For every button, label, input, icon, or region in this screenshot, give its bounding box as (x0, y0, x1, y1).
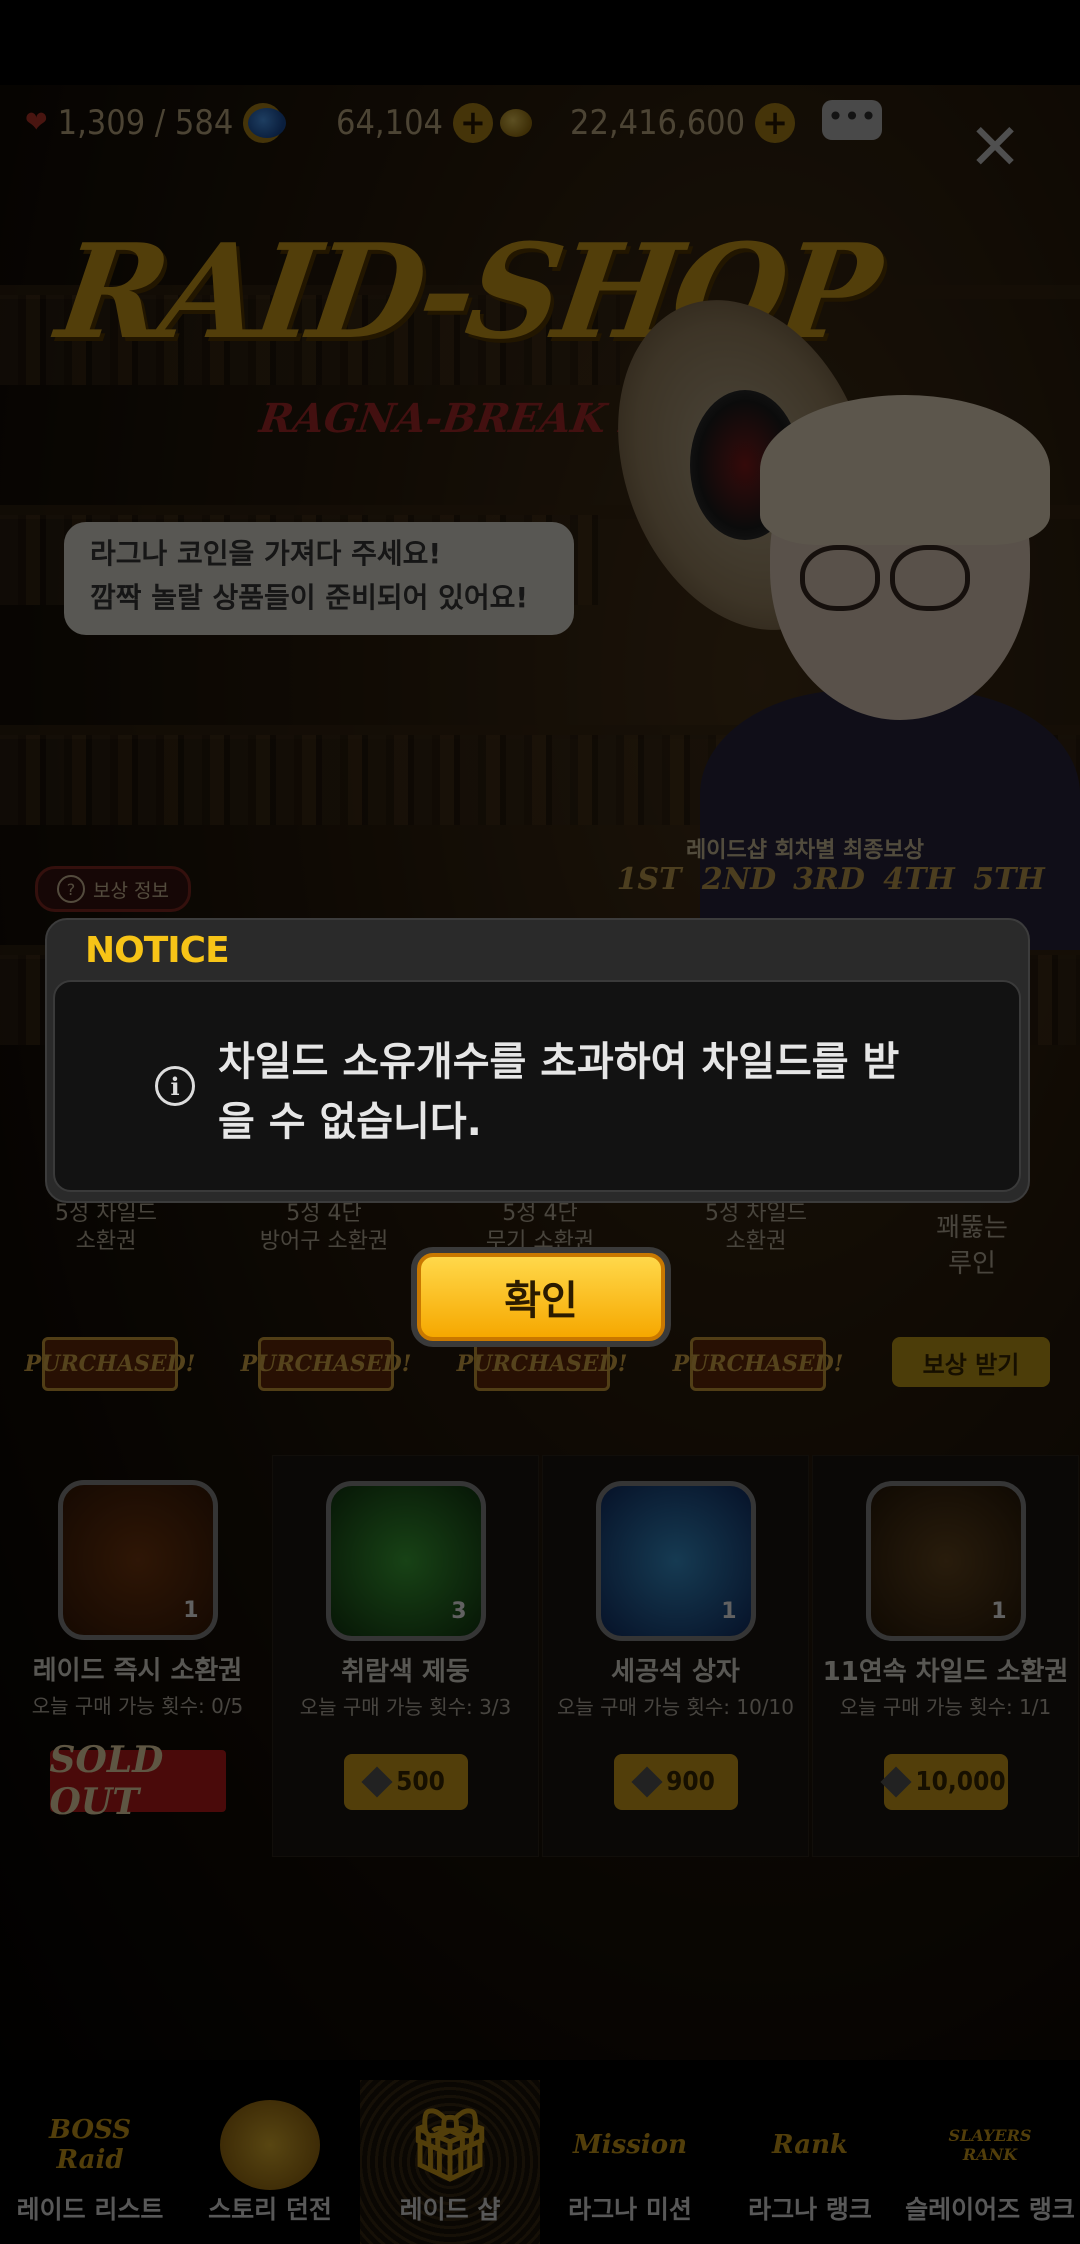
shop-item-card[interactable]: 1 11연속 차일드 소환권 오늘 구매 가능 횟수: 1/1 10,000 (812, 1455, 1079, 1857)
gold-counter: 22,416,600 + (500, 95, 796, 150)
buy-button[interactable]: 500 (343, 1754, 468, 1810)
heart-icon: ❤ (25, 105, 48, 140)
round-item-name: 5성 차일드 소환권 (705, 1201, 807, 1254)
nav-label: 레이드 리스트 (16, 2195, 164, 2224)
character-hair (760, 395, 1050, 545)
lantern-icon: 3 (325, 1481, 486, 1641)
notice-dialog: NOTICE i 차일드 소유개수를 초과하여 차일드를 받을 수 없습니다. (45, 918, 1030, 1203)
ragna-coin-icon (361, 1766, 393, 1798)
gem-value: 64,104 (336, 102, 443, 143)
glasses-left (800, 545, 880, 611)
coin-icon (500, 108, 532, 137)
round-item-name: 꽤뚫는 루인 (936, 1213, 1008, 1279)
dialog-body: i 차일드 소유개수를 초과하여 차일드를 받을 수 없습니다. (53, 980, 1021, 1192)
claim-reward-button[interactable]: 보상 받기 (892, 1337, 1050, 1387)
nav-label: 스토리 던전 (208, 2195, 332, 2224)
purchased-button[interactable]: PURCHASED! (25, 1337, 195, 1391)
nav-slayers-rank[interactable]: SLAYERS RANK 슬레이어즈 랭크 (900, 2080, 1080, 2244)
confirm-button-label: 확인 (417, 1253, 665, 1341)
round-item-name: 5성 4단 방어구 소환권 (259, 1201, 389, 1254)
bubble-line-1: 라그나 코인을 가져다 주세요! (90, 537, 442, 570)
price: 900 (666, 1767, 715, 1797)
mission-star-icon: Mission (572, 2130, 688, 2160)
nav-story-dungeon[interactable]: 스토리 던전 (180, 2080, 360, 2244)
nav-ragna-rank[interactable]: Rank 라그나 랭크 (720, 2080, 900, 2244)
price: 500 (396, 1767, 445, 1797)
round-3rd: 3RD (793, 862, 865, 897)
question-icon: ? (57, 875, 86, 903)
purchased-button[interactable]: PURCHASED! (673, 1337, 843, 1391)
shop-item-card[interactable]: 1 레이드 즉시 소환권 오늘 구매 가능 횟수: 0/5 SOLD OUT (5, 1455, 270, 1855)
buy-button[interactable]: 10,000 (880, 1754, 1008, 1810)
ragna-coin-icon (880, 1766, 912, 1798)
resource-bar: ❤ 1,309 / 584 + 64,104 + 22,416,600 + (0, 95, 1080, 150)
item-limit: 오늘 구매 가능 횟수: 1/1 (839, 1695, 1052, 1719)
round-2nd: 2ND (701, 862, 777, 897)
round-rewards-title: 레이드샵 회차별 최종보상 (686, 838, 924, 863)
shop-item-card[interactable]: 1 세공석 상자 오늘 구매 가능 횟수: 10/10 900 (542, 1455, 809, 1857)
nav-raid-shop[interactable]: 🎁︎ 레이드 샵 (360, 2080, 540, 2244)
bubble-line-2: 깜짝 놀랄 상품들이 준비되어 있어요! (90, 581, 529, 614)
round-4th: 4TH (883, 862, 955, 897)
nav-label: 슬레이어즈 랭크 (905, 2195, 1075, 2224)
boss-raid-icon: BOSS Raid (48, 2115, 132, 2175)
confirm-button[interactable]: 확인 (411, 1247, 671, 1347)
buy-button[interactable]: 900 (613, 1754, 738, 1810)
gem-icon (248, 107, 286, 138)
info-icon: i (155, 1066, 195, 1106)
round-labels: 1ST 2ND 3RD 4TH 5TH (604, 862, 1054, 897)
slayers-rank-icon: SLAYERS RANK (948, 2126, 1032, 2164)
chat-icon[interactable]: ••• (822, 100, 882, 140)
item-count: 3 (451, 1599, 467, 1624)
item-count: 1 (991, 1599, 1007, 1624)
item-title: 취람색 제둥 (341, 1657, 470, 1687)
price: 10,000 (915, 1767, 1006, 1797)
item-title: 세공석 상자 (611, 1657, 740, 1687)
gift-icon: 🎁︎ (405, 2103, 495, 2186)
sold-out-badge: SOLD OUT (49, 1739, 226, 1823)
nav-raid-list[interactable]: BOSS Raid 레이드 리스트 (0, 2080, 180, 2244)
shop-item-card[interactable]: 3 취람색 제둥 오늘 구매 가능 횟수: 3/3 500 (272, 1455, 539, 1857)
item-title: 11연속 차일드 소환권 (822, 1657, 1069, 1687)
stamina-value: 1,309 / 584 (57, 102, 234, 143)
nav-label: 라그나 랭크 (748, 2195, 872, 2224)
item-count: 1 (183, 1598, 199, 1623)
nav-ragna-mission[interactable]: Mission 라그나 미션 (540, 2080, 720, 2244)
item-count: 1 (721, 1599, 737, 1624)
stamina-counter: ❤ 1,309 / 584 + (25, 95, 284, 150)
speech-bubble: 라그나 코인을 가져다 주세요! 깜짝 놀랄 상품들이 준비되어 있어요! (64, 522, 574, 635)
gem-counter: 64,104 + (248, 95, 493, 150)
round-5th: 5TH (973, 862, 1045, 897)
summon-ticket-icon: 1 (57, 1480, 218, 1640)
item-limit: 오늘 구매 가능 횟수: 10/10 (556, 1695, 794, 1719)
gem-box-icon: 1 (595, 1481, 756, 1641)
item-limit: 오늘 구매 가능 횟수: 0/5 (31, 1694, 244, 1718)
item-title: 레이드 즉시 소환권 (32, 1656, 243, 1686)
glasses-right (890, 545, 970, 611)
bottom-nav: BOSS Raid 레이드 리스트 스토리 던전 🎁︎ 레이드 샵 Missio… (0, 2080, 1080, 2244)
round-item-name: 5성 차일드 소환권 (55, 1201, 157, 1254)
nav-label: 레이드 샵 (399, 2195, 501, 2224)
add-gold-button[interactable]: + (755, 102, 796, 143)
rank-globe-icon: Rank (772, 2130, 848, 2160)
dialog-title: NOTICE (85, 930, 230, 971)
purchased-button[interactable]: PURCHASED! (241, 1337, 411, 1391)
summon-x11-icon: 1 (865, 1481, 1026, 1641)
close-icon[interactable]: ✕ (965, 116, 1025, 180)
reward-info-label: 보상 정보 (93, 879, 169, 902)
nav-label: 라그나 미션 (568, 2195, 692, 2224)
character-body (700, 690, 1080, 950)
gold-value: 22,416,600 (570, 102, 746, 143)
round-1st: 1ST (616, 862, 682, 897)
item-limit: 오늘 구매 가능 횟수: 3/3 (299, 1695, 512, 1719)
dialog-message: 차일드 소유개수를 초과하여 차일드를 받을 수 없습니다. (218, 1039, 900, 1145)
story-orb-icon (220, 2100, 320, 2190)
reward-info-button[interactable]: ? 보상 정보 (35, 866, 191, 912)
add-gem-button[interactable]: + (453, 102, 493, 143)
ragna-coin-icon (631, 1766, 663, 1798)
